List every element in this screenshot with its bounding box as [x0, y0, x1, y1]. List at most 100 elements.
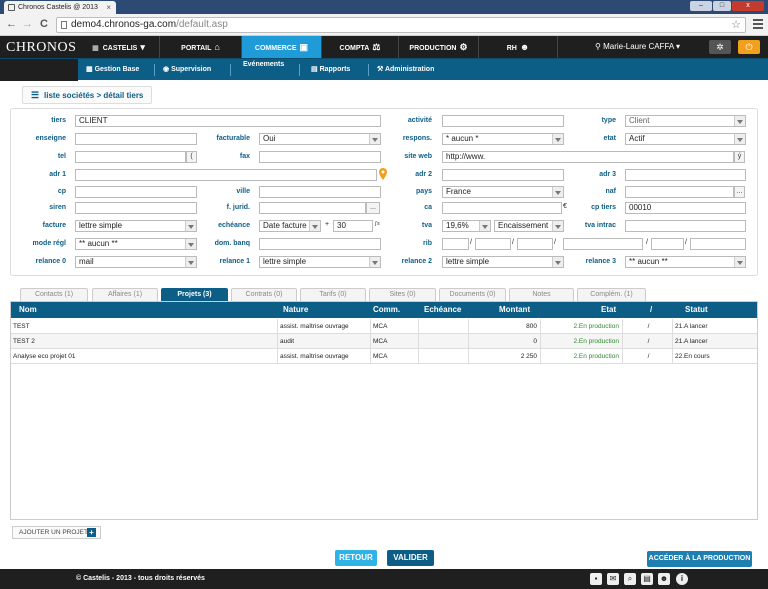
tab-projets[interactable]: Projets (3) [161, 288, 228, 302]
forward-icon[interactable]: → [22, 18, 33, 30]
window-minimize-button[interactable]: – [690, 1, 712, 11]
echeance-days-field[interactable]: 30 [333, 220, 373, 232]
reload-icon[interactable]: C [40, 18, 48, 30]
open-site-button[interactable]: ý [734, 151, 745, 163]
tel-field[interactable] [75, 151, 186, 163]
col-montant[interactable]: Montant [499, 302, 530, 318]
retour-button[interactable]: RETOUR [335, 550, 377, 566]
ca-field[interactable] [442, 202, 562, 214]
naf-lookup-button[interactable]: ... [734, 186, 745, 198]
f-jurid-field[interactable] [259, 202, 366, 214]
url-input[interactable]: demo4.chronos-ga.com/default.asp ☆ [56, 17, 746, 33]
table-row[interactable]: TEST 2 audit MCA 0 2.En production / 21.… [11, 334, 757, 349]
phone-button[interactable]: ( [186, 151, 197, 163]
naf-field[interactable] [625, 186, 734, 198]
col-comm[interactable]: Comm. [373, 302, 400, 318]
tab-tarifs[interactable]: Tarifs (0) [300, 288, 366, 301]
browser-tab[interactable]: Chronos Castelis @ 2013 × [4, 1, 116, 14]
tiers-field[interactable]: CLIENT [75, 115, 381, 127]
tab-sites[interactable]: Sites (0) [369, 288, 436, 301]
window-maximize-button[interactable]: □ [713, 1, 731, 11]
rib-key-field[interactable] [563, 238, 643, 250]
nav-compta[interactable]: COMPTA ⚖ [322, 36, 399, 58]
valider-button[interactable]: VALIDER [387, 550, 434, 566]
browser-menu-icon[interactable] [753, 19, 763, 29]
site-web-field[interactable]: http://www. [442, 151, 734, 163]
table-row[interactable]: TEST assist. maîtrise ouvrage MCA 800 2.… [11, 319, 757, 334]
tab-affaires[interactable]: Affaires (1) [92, 288, 158, 301]
tab-documents[interactable]: Documents (0) [439, 288, 506, 301]
ville-field[interactable] [259, 186, 381, 198]
nav-production[interactable]: PRODUCTION ⚙ [399, 36, 479, 58]
dom-banq-field[interactable] [259, 238, 381, 250]
relance3-select[interactable]: ** aucun ** [625, 256, 746, 268]
tab-close-icon[interactable]: × [106, 1, 111, 14]
rib-bank-field[interactable] [442, 238, 469, 250]
col-nom[interactable]: Nom [19, 302, 37, 318]
user-menu[interactable]: ⚲ Marie-Laure CAFFA ▾ [595, 36, 680, 58]
etat-select[interactable]: Actif [625, 133, 746, 145]
bookmark-star-icon[interactable]: ☆ [731, 18, 741, 32]
col-etat[interactable]: Etat [601, 302, 616, 318]
tab-complem[interactable]: Complém. (1) [577, 288, 646, 301]
col-statut[interactable]: Statut [685, 302, 708, 318]
facturable-select[interactable]: Oui [259, 133, 381, 145]
respons-select[interactable]: * aucun * [442, 133, 564, 145]
subnav-administration[interactable]: ⚒ Administration [377, 59, 434, 81]
cp-field[interactable] [75, 186, 197, 198]
subnav-rapports[interactable]: ▤ Rapports [311, 59, 350, 81]
production-button[interactable]: ACCÉDER À LA PRODUCTION [647, 551, 752, 567]
users-icon[interactable]: ☻ [658, 573, 670, 585]
subnav-gestion-base[interactable]: ▦ Gestion Base [86, 59, 139, 81]
document-icon[interactable]: ▤ [641, 573, 653, 585]
col-nature[interactable]: Nature [283, 302, 308, 318]
rib-extra-field[interactable] [651, 238, 684, 250]
fax-field[interactable] [259, 151, 381, 163]
pays-select[interactable]: France [442, 186, 564, 198]
enseigne-field[interactable] [75, 133, 197, 145]
adr2-field[interactable] [442, 169, 564, 181]
f-jurid-lookup-button[interactable]: ... [366, 202, 380, 214]
siren-field[interactable] [75, 202, 197, 214]
adr3-field[interactable] [625, 169, 746, 181]
relance1-select[interactable]: lettre simple [259, 256, 381, 268]
info-icon[interactable]: i [676, 573, 688, 585]
adr1-field[interactable] [75, 169, 377, 181]
search-icon[interactable]: ⌕ [624, 573, 636, 585]
subnav-evenements[interactable]: Evénements [243, 54, 284, 76]
nav-castelis[interactable]: ▦ CASTELIS ▾ [78, 36, 160, 58]
col-echeance[interactable]: Echéance [424, 302, 461, 318]
window-close-button[interactable]: x [732, 1, 764, 11]
relance0-select[interactable]: mail [75, 256, 197, 268]
cp-tiers-field[interactable]: 00010 [625, 202, 746, 214]
echeance-select[interactable]: Date facture [259, 220, 321, 232]
settings-gear-button[interactable]: ✲ [709, 40, 731, 54]
cell-nom: Analyse eco projet 01 [11, 349, 278, 364]
logout-power-button[interactable]: ⏻ [738, 40, 760, 54]
map-pin-icon[interactable] [379, 168, 387, 180]
tva-select[interactable]: 19,6% [442, 220, 491, 232]
table-row[interactable]: Analyse eco projet 01 assist. maîtrise o… [11, 349, 757, 364]
relance2-select[interactable]: lettre simple [442, 256, 564, 268]
nav-rh[interactable]: RH ☻ [479, 36, 558, 58]
rib-branch-field[interactable] [475, 238, 511, 250]
nav-portail[interactable]: PORTAIL ⌂ [160, 36, 242, 58]
breadcrumb[interactable]: ☰ liste sociétés > détail tiers [22, 86, 153, 104]
mode-regl-select[interactable]: ** aucun ** [75, 238, 197, 250]
rib-account-field[interactable] [517, 238, 553, 250]
mail-icon[interactable]: ✉ [607, 573, 619, 585]
back-icon[interactable]: ← [6, 18, 17, 30]
col-slash[interactable]: / [650, 302, 652, 318]
sitemap-icon[interactable]: ▪ [590, 573, 602, 585]
activite-field[interactable] [442, 115, 564, 127]
tab-contacts[interactable]: Contacts (1) [20, 288, 88, 301]
add-project-button[interactable]: AJOUTER UN PROJET + [12, 526, 101, 539]
tab-contrats[interactable]: Contrats (0) [231, 288, 297, 301]
tva-mode-select[interactable]: Encaissement [494, 220, 564, 232]
tva-intrac-field[interactable] [625, 220, 746, 232]
subnav-supervision[interactable]: ◉ Supervision [163, 59, 211, 81]
rib-iban-field[interactable] [690, 238, 746, 250]
type-select[interactable]: Client [625, 115, 746, 127]
facture-select[interactable]: lettre simple [75, 220, 197, 232]
tab-notes[interactable]: Notes [509, 288, 574, 301]
